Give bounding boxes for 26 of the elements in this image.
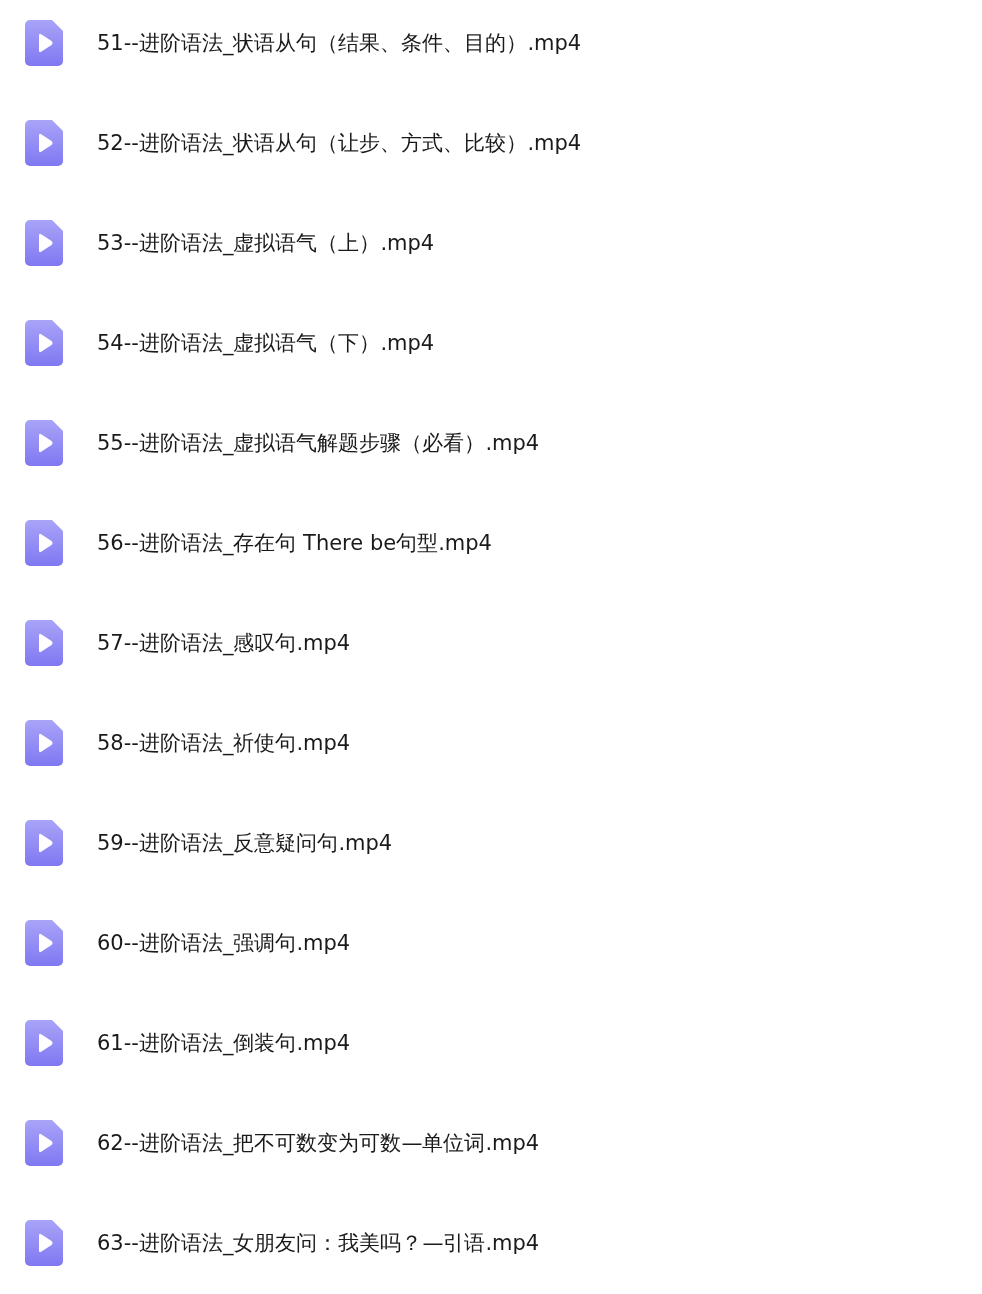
video-file-icon: [25, 620, 63, 666]
video-file-icon: [25, 520, 63, 566]
file-name[interactable]: 55--进阶语法_虚拟语气解题步骤（必看）.mp4: [97, 429, 540, 457]
file-name[interactable]: 59--进阶语法_反意疑问句.mp4: [97, 829, 393, 857]
video-file-icon: [25, 1020, 63, 1066]
video-file-icon: [25, 920, 63, 966]
video-file-icon: [25, 420, 63, 466]
file-name[interactable]: 53--进阶语法_虚拟语气（上）.mp4: [97, 229, 435, 257]
video-file-icon: [25, 220, 63, 266]
file-name[interactable]: 52--进阶语法_状语从句（让步、方式、比较）.mp4: [97, 129, 582, 157]
video-file-icon: [25, 320, 63, 366]
file-name[interactable]: 57--进阶语法_感叹句.mp4: [97, 629, 351, 657]
file-name[interactable]: 63--进阶语法_女朋友问：我美吗？—引语.mp4: [97, 1229, 540, 1257]
video-file-icon: [25, 720, 63, 766]
video-file-icon: [25, 1220, 63, 1266]
file-name[interactable]: 51--进阶语法_状语从句（结果、条件、目的）.mp4: [97, 29, 582, 57]
file-name[interactable]: 61--进阶语法_倒装句.mp4: [97, 1029, 351, 1057]
file-name[interactable]: 56--进阶语法_存在句 There be句型.mp4: [97, 529, 492, 557]
file-name[interactable]: 60--进阶语法_强调句.mp4: [97, 929, 351, 957]
video-file-icon: [25, 120, 63, 166]
video-file-icon: [25, 820, 63, 866]
file-name[interactable]: 62--进阶语法_把不可数变为可数—单位词.mp4: [97, 1129, 540, 1157]
video-file-icon: [25, 1120, 63, 1166]
video-file-icon: [25, 20, 63, 66]
file-name[interactable]: 54--进阶语法_虚拟语气（下）.mp4: [97, 329, 435, 357]
file-name[interactable]: 58--进阶语法_祈使句.mp4: [97, 729, 351, 757]
